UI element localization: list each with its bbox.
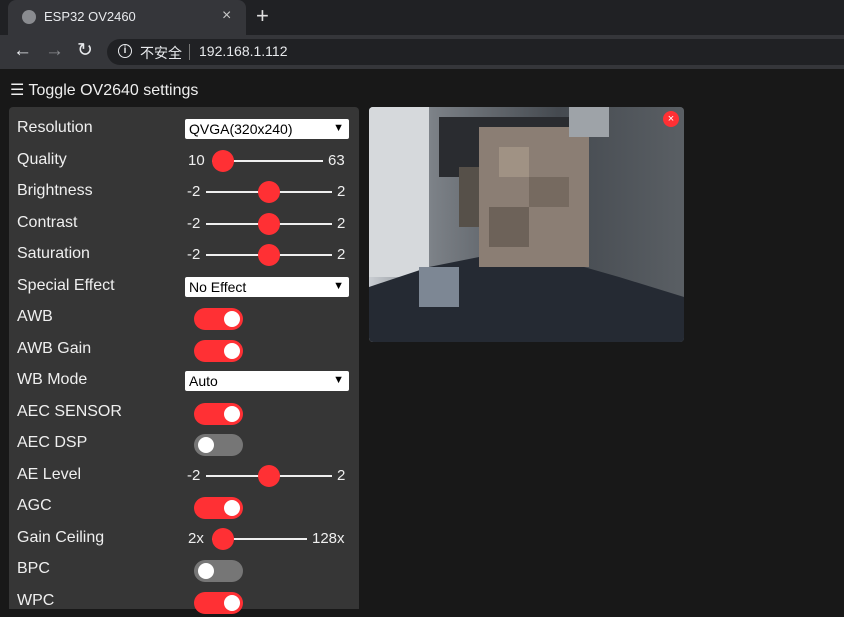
agc-toggle-knob xyxy=(224,500,240,516)
contrast-min-label: -2 xyxy=(187,214,201,232)
resolution-select[interactable]: QVGA(320x240) ▼ xyxy=(185,119,349,139)
contrast-label: Contrast xyxy=(17,213,78,231)
special-effect-selected-value: No Effect xyxy=(189,278,247,295)
contrast-slider-thumb[interactable] xyxy=(258,212,280,235)
wpc-label: WPC xyxy=(17,591,55,609)
quality-min-label: 10 xyxy=(188,151,205,169)
saturation-label: Saturation xyxy=(17,245,90,262)
awb-label: AWB xyxy=(17,308,53,325)
aec-sensor-toggle-knob xyxy=(224,405,240,422)
setting-row-wb-mode: WB Mode Auto ▼ xyxy=(9,366,359,396)
aec-dsp-toggle-switch[interactable] xyxy=(194,434,243,456)
brightness-slider-thumb[interactable] xyxy=(258,181,280,203)
bpc-toggle-knob xyxy=(198,563,214,579)
gain-ceiling-min-label: 2x xyxy=(188,529,204,547)
ae-level-slider-thumb[interactable] xyxy=(258,464,280,487)
gain-ceiling-max-label: 128x xyxy=(312,529,345,547)
aec-dsp-label: AEC DSP xyxy=(17,434,88,451)
gain-ceiling-slider-thumb[interactable] xyxy=(212,527,234,550)
security-label: 不安全 xyxy=(140,45,182,61)
back-arrow-icon[interactable]: ← xyxy=(13,39,32,63)
setting-row-wpc: WPC xyxy=(9,587,359,617)
close-stream-button[interactable]: × xyxy=(663,111,679,127)
brightness-min-label: -2 xyxy=(187,183,201,200)
hamburger-icon: ☰ xyxy=(10,82,25,99)
special-effect-label: Special Effect xyxy=(17,276,115,294)
forward-arrow-icon[interactable]: → xyxy=(45,39,64,63)
awb-toggle-switch[interactable] xyxy=(194,308,243,330)
tab-title: ESP32 OV2460 xyxy=(44,9,136,24)
settings-panel: Resolution QVGA(320x240) ▼ Quality 10 63 Brigh… xyxy=(9,107,359,614)
setting-row-brightness: Brightness -2 2 xyxy=(9,177,359,207)
saturation-max-label: 2 xyxy=(337,246,346,263)
camera-frame-image xyxy=(369,107,684,342)
url-text[interactable]: 192.168.1.112 xyxy=(199,43,288,59)
new-tab-button[interactable]: + xyxy=(256,3,269,29)
setting-row-saturation: Saturation -2 2 xyxy=(9,240,359,270)
brightness-max-label: 2 xyxy=(337,183,346,200)
bpc-toggle-switch[interactable] xyxy=(194,560,243,582)
wpc-toggle-knob xyxy=(224,594,240,611)
resolution-label: Resolution xyxy=(17,119,93,136)
setting-row-gain-ceiling: Gain Ceiling 2x 128x xyxy=(9,524,359,554)
tab-strip: ESP32 OV2460 × + xyxy=(0,0,844,35)
dropdown-arrow-icon: ▼ xyxy=(333,374,344,386)
wb-mode-select[interactable]: Auto ▼ xyxy=(185,371,349,391)
ae-level-min-label: -2 xyxy=(187,466,201,484)
agc-label: AGC xyxy=(17,497,52,514)
wpc-toggle-switch[interactable] xyxy=(194,591,243,614)
setting-row-resolution: Resolution QVGA(320x240) ▼ xyxy=(9,114,359,144)
browser-tab[interactable]: ESP32 OV2460 × xyxy=(8,0,246,35)
info-icon[interactable]: i xyxy=(118,44,132,58)
setting-row-agc: AGC xyxy=(9,492,359,522)
setting-row-special-effect: Special Effect No Effect ▼ xyxy=(9,272,359,302)
setting-row-bpc: BPC xyxy=(9,555,359,585)
toggle-settings-label: Toggle OV2640 settings xyxy=(28,82,199,99)
setting-row-aec-sensor: AEC SENSOR xyxy=(9,398,359,428)
aec-sensor-label: AEC SENSOR xyxy=(17,402,122,420)
setting-row-quality: Quality 10 63 xyxy=(9,146,359,176)
dropdown-arrow-icon: ▼ xyxy=(333,122,344,134)
awb-gain-toggle-switch[interactable] xyxy=(194,339,243,362)
ae-level-label: AE Level xyxy=(17,465,82,483)
setting-row-aec-dsp: AEC DSP xyxy=(9,429,359,459)
setting-row-contrast: Contrast -2 2 xyxy=(9,209,359,239)
gain-ceiling-label: Gain Ceiling xyxy=(17,528,105,546)
toggle-settings-button[interactable]: ☰ Toggle OV2640 settings xyxy=(10,80,198,100)
resolution-selected-value: QVGA(320x240) xyxy=(189,121,293,137)
awb-gain-toggle-knob xyxy=(224,342,240,359)
globe-icon xyxy=(22,10,36,24)
ae-level-max-label: 2 xyxy=(337,466,346,484)
awb-gain-label: AWB Gain xyxy=(17,339,92,357)
setting-row-awb-gain: AWB Gain xyxy=(9,335,359,365)
camera-stream xyxy=(369,107,684,342)
quality-label: Quality xyxy=(17,150,67,168)
awb-toggle-knob xyxy=(224,311,240,327)
special-effect-select[interactable]: No Effect ▼ xyxy=(185,276,349,297)
setting-row-awb: AWB xyxy=(9,303,359,333)
saturation-slider-thumb[interactable] xyxy=(258,244,280,266)
wb-mode-selected-value: Auto xyxy=(189,373,218,389)
address-divider xyxy=(189,44,190,60)
tab-close-icon[interactable]: × xyxy=(222,6,231,26)
setting-row-ae-level: AE Level -2 2 xyxy=(9,461,359,491)
aec-sensor-toggle-switch[interactable] xyxy=(194,402,243,425)
bpc-label: BPC xyxy=(17,560,50,577)
contrast-max-label: 2 xyxy=(337,214,346,232)
aec-dsp-toggle-knob xyxy=(198,437,214,453)
agc-toggle-switch[interactable] xyxy=(194,497,243,519)
brightness-label: Brightness xyxy=(17,182,93,199)
reload-icon[interactable]: ↻ xyxy=(77,39,93,63)
wb-mode-label: WB Mode xyxy=(17,371,88,388)
saturation-min-label: -2 xyxy=(187,246,201,263)
quality-max-label: 63 xyxy=(328,151,345,169)
dropdown-arrow-icon: ▼ xyxy=(333,279,344,292)
quality-slider-thumb[interactable] xyxy=(212,149,234,172)
